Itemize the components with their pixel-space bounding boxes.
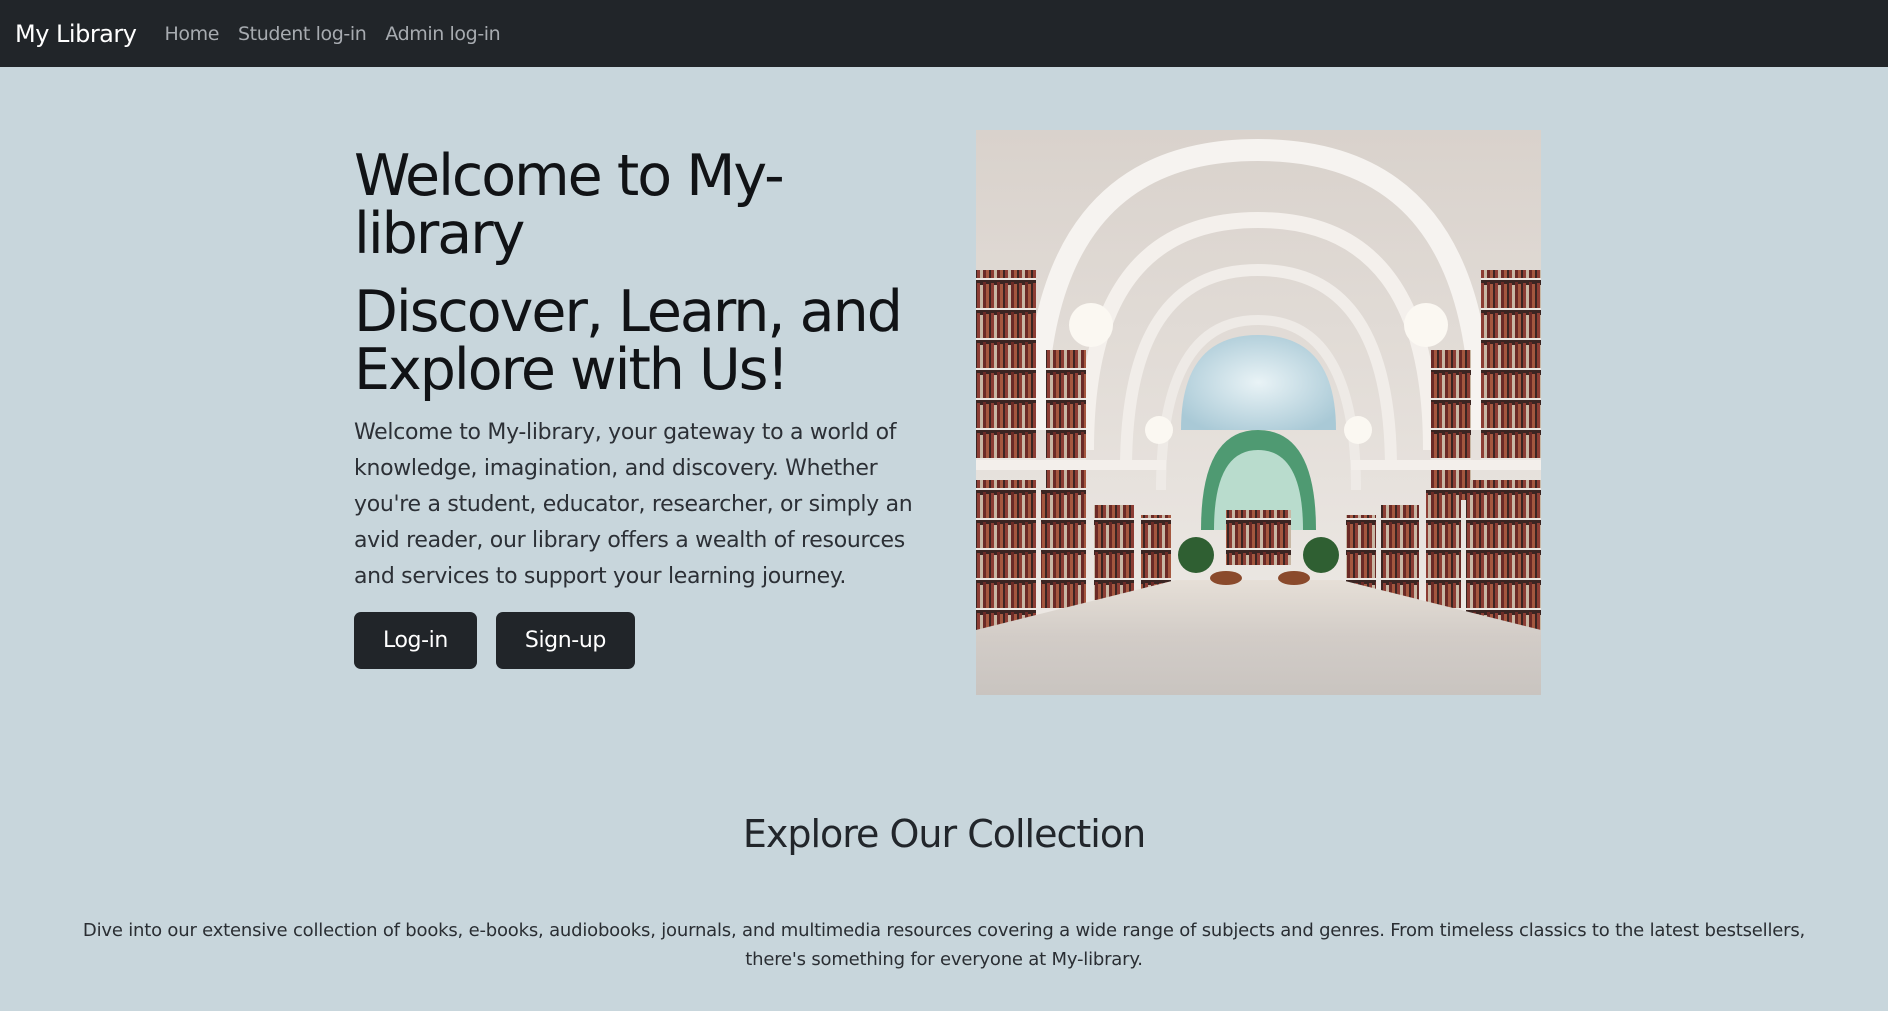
nav-link-admin-login[interactable]: Admin log-in xyxy=(385,23,500,45)
hero-section: Welcome to My-library Discover, Learn, a… xyxy=(0,67,1888,767)
library-hall-image xyxy=(976,130,1541,695)
hero-text: Welcome to My-library Discover, Learn, a… xyxy=(354,147,924,669)
hero-title: Welcome to My-library xyxy=(354,143,785,267)
login-button[interactable]: Log-in xyxy=(354,612,477,669)
brand-link[interactable]: My Library xyxy=(15,20,137,48)
collection-section: Explore Our Collection Dive into our ext… xyxy=(0,812,1888,974)
collection-text: Dive into our extensive collection of bo… xyxy=(82,920,1806,970)
navbar: My Library Home Student log-in Admin log… xyxy=(0,0,1888,67)
nav-link-home[interactable]: Home xyxy=(164,23,219,45)
nav-link-student-login[interactable]: Student log-in xyxy=(238,23,367,45)
hero-description: Welcome to My-library, your gateway to a… xyxy=(354,420,913,589)
collection-heading: Explore Our Collection xyxy=(742,812,1146,856)
library-hall-illustration xyxy=(976,130,1541,695)
hero-subtitle: Discover, Learn, and Explore with Us! xyxy=(354,279,903,403)
hero-buttons: Log-in Sign-up xyxy=(354,612,924,669)
signup-button[interactable]: Sign-up xyxy=(495,612,635,669)
